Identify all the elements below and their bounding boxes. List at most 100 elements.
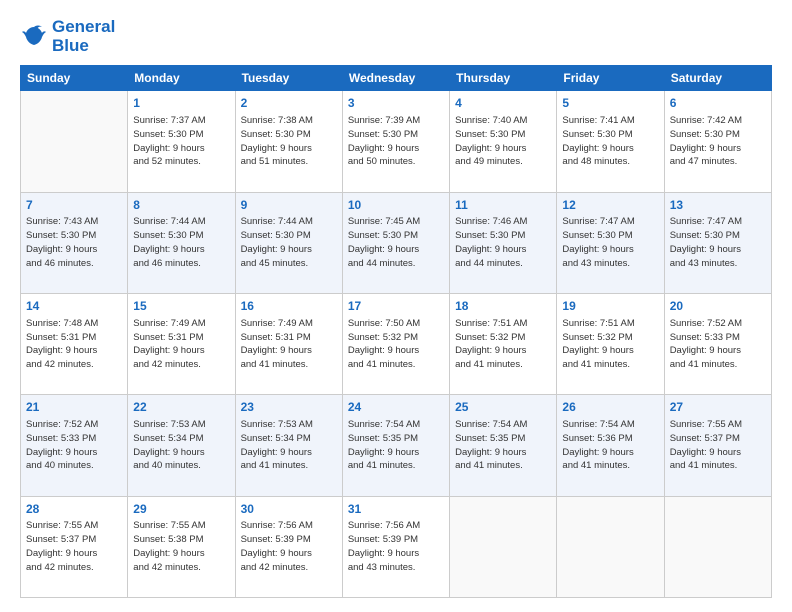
day-number: 19 [562, 298, 658, 315]
day-number: 5 [562, 95, 658, 112]
day-cell: 19 Sunrise: 7:51 AMSunset: 5:32 PMDayligh… [557, 294, 664, 395]
day-number: 11 [455, 197, 551, 214]
day-cell: 18 Sunrise: 7:51 AMSunset: 5:32 PMDayligh… [450, 294, 557, 395]
day-cell: 25 Sunrise: 7:54 AMSunset: 5:35 PMDayligh… [450, 395, 557, 496]
day-info: Sunrise: 7:55 AMSunset: 5:38 PMDaylight:… [133, 519, 229, 574]
day-info: Sunrise: 7:49 AMSunset: 5:31 PMDaylight:… [133, 317, 229, 372]
col-header-thursday: Thursday [450, 66, 557, 91]
header-row: SundayMondayTuesdayWednesdayThursdayFrid… [21, 66, 772, 91]
day-cell: 5Sunrise: 7:41 AMSunset: 5:30 PMDaylight… [557, 91, 664, 192]
day-cell: 13Sunrise: 7:47 AMSunset: 5:30 PMDayligh… [664, 192, 771, 293]
day-cell: 1Sunrise: 7:37 AMSunset: 5:30 PMDaylight… [128, 91, 235, 192]
day-info: Sunrise: 7:52 AMSunset: 5:33 PMDaylight:… [26, 418, 122, 473]
week-row-2: 7Sunrise: 7:43 AMSunset: 5:30 PMDaylight… [21, 192, 772, 293]
day-number: 20 [670, 298, 766, 315]
day-cell: 31Sunrise: 7:56 AMSunset: 5:39 PMDayligh… [342, 496, 449, 597]
day-info: Sunrise: 7:44 AMSunset: 5:30 PMDaylight:… [241, 215, 337, 270]
day-cell: 15 Sunrise: 7:49 AMSunset: 5:31 PMDayligh… [128, 294, 235, 395]
col-header-wednesday: Wednesday [342, 66, 449, 91]
day-info: Sunrise: 7:56 AMSunset: 5:39 PMDaylight:… [241, 519, 337, 574]
day-number: 28 [26, 501, 122, 518]
day-number: 21 [26, 399, 122, 416]
day-info: Sunrise: 7:54 AMSunset: 5:35 PMDaylight:… [455, 418, 551, 473]
day-cell: 16 Sunrise: 7:49 AMSunset: 5:31 PMDayligh… [235, 294, 342, 395]
day-cell: 14 Sunrise: 7:48 AMSunset: 5:31 PMDayligh… [21, 294, 128, 395]
day-info: Sunrise: 7:37 AMSunset: 5:30 PMDaylight:… [133, 114, 229, 169]
day-cell [21, 91, 128, 192]
day-cell: 12Sunrise: 7:47 AMSunset: 5:30 PMDayligh… [557, 192, 664, 293]
day-number: 27 [670, 399, 766, 416]
col-header-sunday: Sunday [21, 66, 128, 91]
day-info: Sunrise: 7:52 AMSunset: 5:33 PMDaylight:… [670, 317, 766, 372]
day-cell: 28Sunrise: 7:55 AMSunset: 5:37 PMDayligh… [21, 496, 128, 597]
day-info: Sunrise: 7:42 AMSunset: 5:30 PMDaylight:… [670, 114, 766, 169]
week-row-4: 21 Sunrise: 7:52 AMSunset: 5:33 PMDayligh… [21, 395, 772, 496]
day-cell [450, 496, 557, 597]
day-info: Sunrise: 7:47 AMSunset: 5:30 PMDaylight:… [562, 215, 658, 270]
day-number: 25 [455, 399, 551, 416]
day-info: Sunrise: 7:44 AMSunset: 5:30 PMDaylight:… [133, 215, 229, 270]
logo-icon [20, 23, 48, 51]
day-cell: 7Sunrise: 7:43 AMSunset: 5:30 PMDaylight… [21, 192, 128, 293]
day-number: 2 [241, 95, 337, 112]
week-row-1: 1Sunrise: 7:37 AMSunset: 5:30 PMDaylight… [21, 91, 772, 192]
day-cell: 17Sunrise: 7:50 AMSunset: 5:32 PMDayligh… [342, 294, 449, 395]
calendar-page: General Blue SundayMondayTuesdayWednesda… [0, 0, 792, 612]
day-number: 18 [455, 298, 551, 315]
col-header-friday: Friday [557, 66, 664, 91]
day-number: 31 [348, 501, 444, 518]
day-number: 7 [26, 197, 122, 214]
day-info: Sunrise: 7:51 AMSunset: 5:32 PMDaylight:… [455, 317, 551, 372]
day-info: Sunrise: 7:50 AMSunset: 5:32 PMDaylight:… [348, 317, 444, 372]
day-cell: 22 Sunrise: 7:53 AMSunset: 5:34 PMDayligh… [128, 395, 235, 496]
day-cell: 8Sunrise: 7:44 AMSunset: 5:30 PMDaylight… [128, 192, 235, 293]
day-cell: 4 Sunrise: 7:40 AMSunset: 5:30 PMDaylight… [450, 91, 557, 192]
day-cell: 23Sunrise: 7:53 AMSunset: 5:34 PMDayligh… [235, 395, 342, 496]
day-number: 4 [455, 95, 551, 112]
day-cell: 29Sunrise: 7:55 AMSunset: 5:38 PMDayligh… [128, 496, 235, 597]
day-number: 29 [133, 501, 229, 518]
day-info: Sunrise: 7:46 AMSunset: 5:30 PMDaylight:… [455, 215, 551, 270]
day-number: 16 [241, 298, 337, 315]
day-info: Sunrise: 7:48 AMSunset: 5:31 PMDaylight:… [26, 317, 122, 372]
day-number: 9 [241, 197, 337, 214]
day-cell: 20 Sunrise: 7:52 AMSunset: 5:33 PMDayligh… [664, 294, 771, 395]
col-header-tuesday: Tuesday [235, 66, 342, 91]
day-cell: 9Sunrise: 7:44 AMSunset: 5:30 PMDaylight… [235, 192, 342, 293]
day-cell: 11Sunrise: 7:46 AMSunset: 5:30 PMDayligh… [450, 192, 557, 293]
day-number: 14 [26, 298, 122, 315]
day-number: 22 [133, 399, 229, 416]
header: General Blue [20, 18, 772, 55]
day-cell [557, 496, 664, 597]
day-cell [664, 496, 771, 597]
day-number: 6 [670, 95, 766, 112]
day-cell: 2Sunrise: 7:38 AMSunset: 5:30 PMDaylight… [235, 91, 342, 192]
day-number: 12 [562, 197, 658, 214]
day-number: 30 [241, 501, 337, 518]
day-info: Sunrise: 7:55 AMSunset: 5:37 PMDaylight:… [26, 519, 122, 574]
day-info: Sunrise: 7:53 AMSunset: 5:34 PMDaylight:… [241, 418, 337, 473]
day-number: 24 [348, 399, 444, 416]
logo: General Blue [20, 18, 115, 55]
day-number: 26 [562, 399, 658, 416]
day-info: Sunrise: 7:53 AMSunset: 5:34 PMDaylight:… [133, 418, 229, 473]
col-header-monday: Monday [128, 66, 235, 91]
day-info: Sunrise: 7:43 AMSunset: 5:30 PMDaylight:… [26, 215, 122, 270]
day-info: Sunrise: 7:40 AMSunset: 5:30 PMDaylight:… [455, 114, 551, 169]
day-info: Sunrise: 7:45 AMSunset: 5:30 PMDaylight:… [348, 215, 444, 270]
day-info: Sunrise: 7:51 AMSunset: 5:32 PMDaylight:… [562, 317, 658, 372]
day-number: 10 [348, 197, 444, 214]
day-info: Sunrise: 7:55 AMSunset: 5:37 PMDaylight:… [670, 418, 766, 473]
day-cell: 26 Sunrise: 7:54 AMSunset: 5:36 PMDayligh… [557, 395, 664, 496]
day-info: Sunrise: 7:49 AMSunset: 5:31 PMDaylight:… [241, 317, 337, 372]
day-number: 8 [133, 197, 229, 214]
calendar-table: SundayMondayTuesdayWednesdayThursdayFrid… [20, 65, 772, 598]
day-info: Sunrise: 7:54 AMSunset: 5:35 PMDaylight:… [348, 418, 444, 473]
day-info: Sunrise: 7:54 AMSunset: 5:36 PMDaylight:… [562, 418, 658, 473]
day-cell: 21 Sunrise: 7:52 AMSunset: 5:33 PMDayligh… [21, 395, 128, 496]
day-cell: 6 Sunrise: 7:42 AMSunset: 5:30 PMDaylight… [664, 91, 771, 192]
day-number: 15 [133, 298, 229, 315]
day-number: 3 [348, 95, 444, 112]
week-row-5: 28Sunrise: 7:55 AMSunset: 5:37 PMDayligh… [21, 496, 772, 597]
day-cell: 24 Sunrise: 7:54 AMSunset: 5:35 PMDayligh… [342, 395, 449, 496]
